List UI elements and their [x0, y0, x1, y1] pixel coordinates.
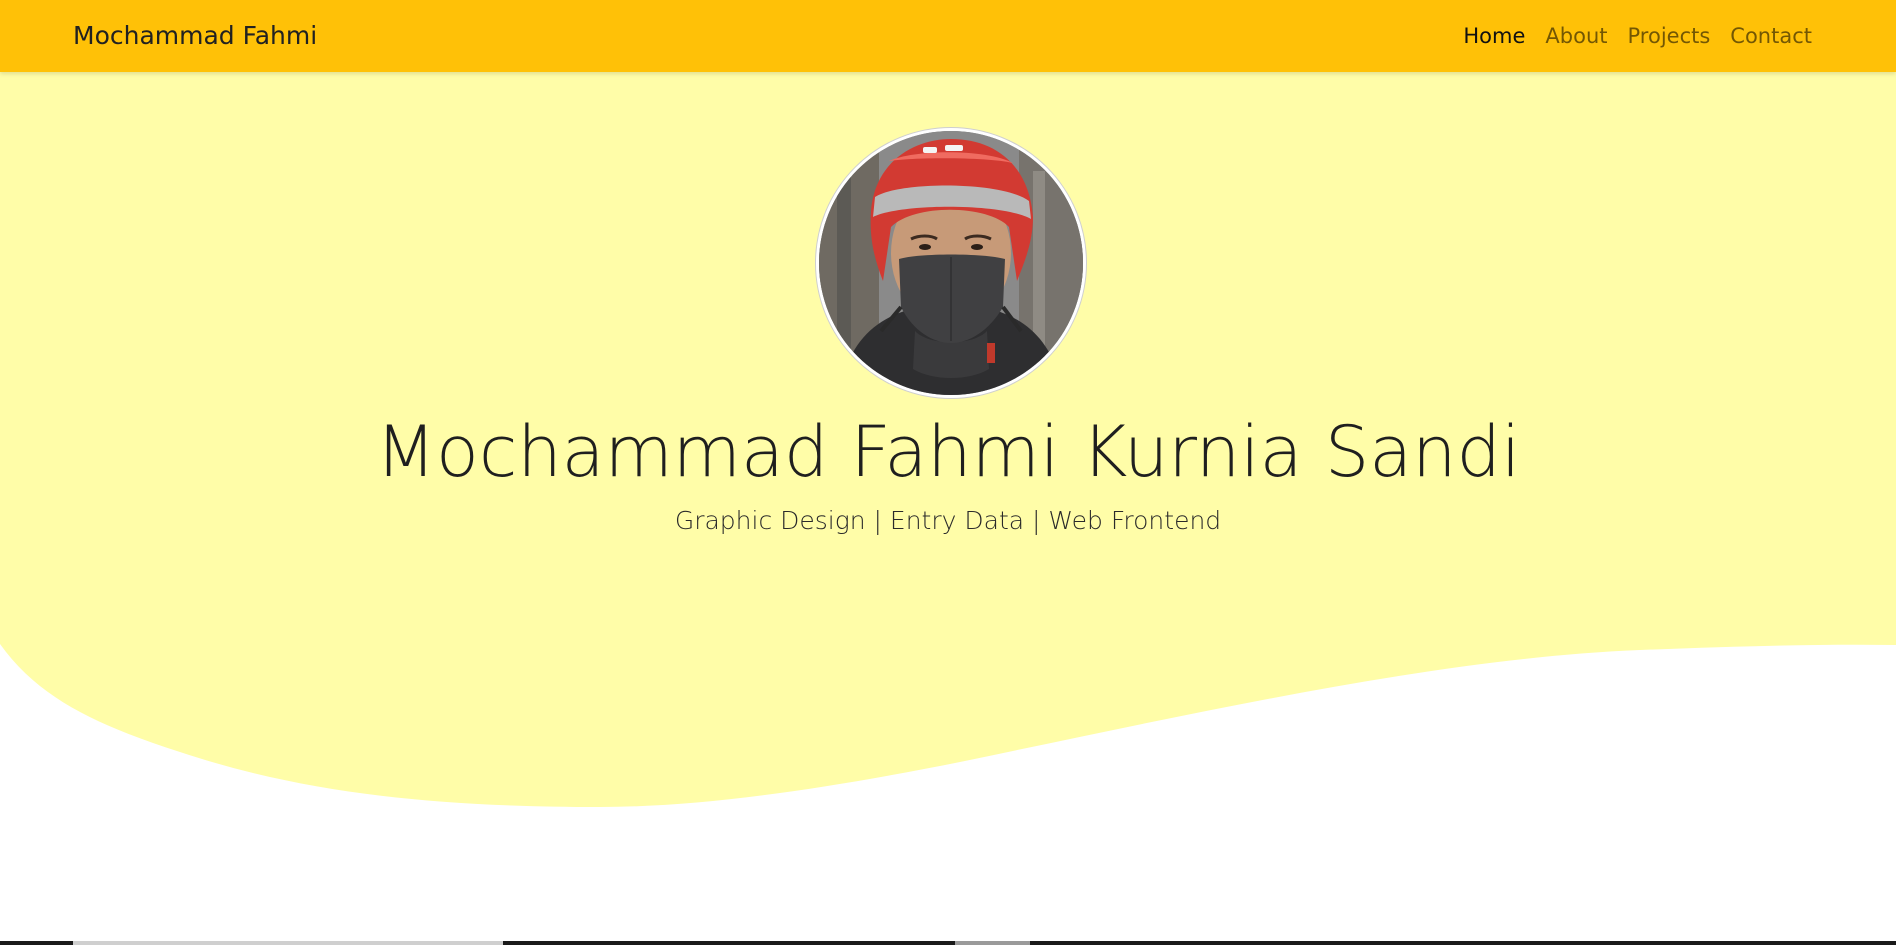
bottom-edge-segment [955, 941, 1030, 945]
bottom-edge-segment [73, 941, 503, 945]
page-bottom-edge [0, 941, 1896, 945]
nav-link-projects[interactable]: Projects [1628, 24, 1711, 48]
profile-photo-icon [819, 131, 1083, 395]
profile-avatar [816, 128, 1086, 398]
hero-title: Mochammad Fahmi Kurnia Sandi [375, 411, 1521, 493]
navbar-brand[interactable]: Mochammad Fahmi [73, 0, 317, 72]
hero-section: Mochammad Fahmi Kurnia Sandi Graphic Des… [0, 72, 1896, 945]
nav-link-about[interactable]: About [1545, 24, 1607, 48]
hero-subtitle: Graphic Design | Entry Data | Web Fronte… [674, 506, 1222, 535]
navbar: Mochammad Fahmi Home About Projects Cont… [0, 0, 1896, 72]
nav-link-home[interactable]: Home [1463, 24, 1525, 48]
nav-links: Home About Projects Contact [1463, 0, 1812, 72]
nav-link-contact[interactable]: Contact [1730, 24, 1812, 48]
